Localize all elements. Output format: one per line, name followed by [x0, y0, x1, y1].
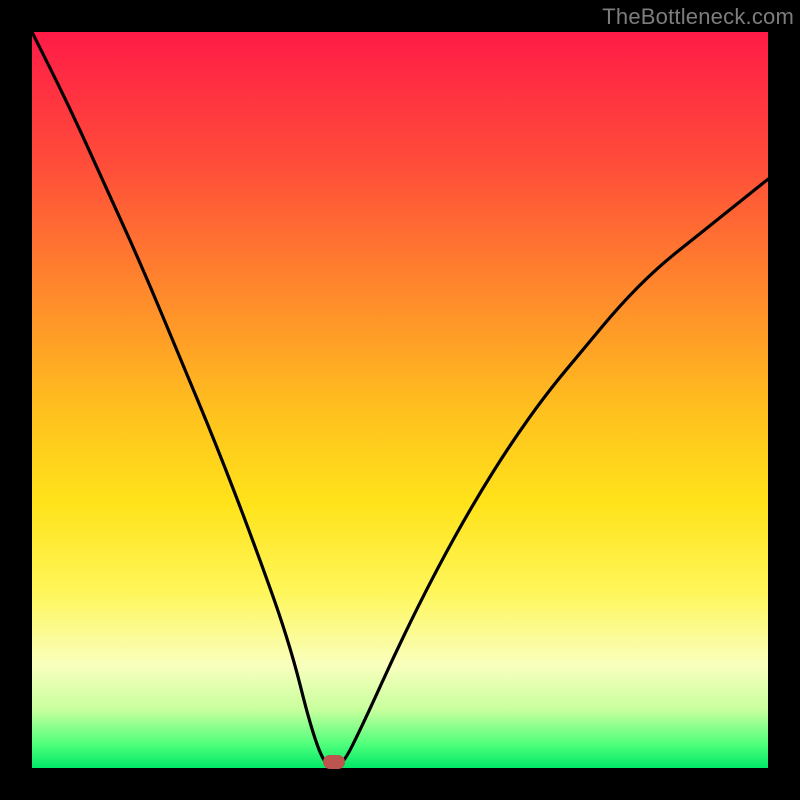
curve-path [32, 32, 768, 768]
watermark-text: TheBottleneck.com [602, 4, 794, 30]
bottleneck-curve [32, 32, 768, 768]
chart-frame: TheBottleneck.com [0, 0, 800, 800]
optimum-marker [323, 755, 345, 769]
plot-area [32, 32, 768, 768]
